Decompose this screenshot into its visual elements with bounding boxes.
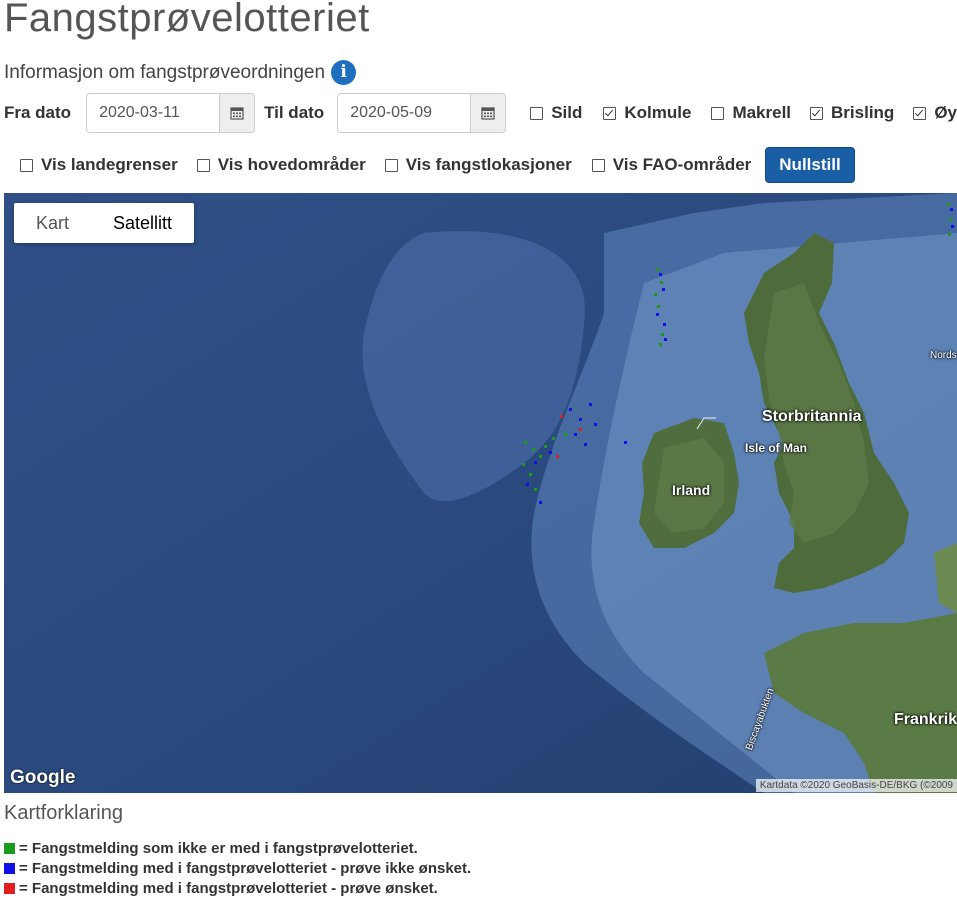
species-checkbox-oyepal[interactable]: Øyepål xyxy=(913,103,957,123)
green-square-icon xyxy=(4,842,15,854)
legend-text: = Fangstmelding som ikke er med i fangst… xyxy=(19,839,418,857)
checkbox-label: Sild xyxy=(551,103,583,122)
info-icon[interactable]: i xyxy=(331,60,357,85)
species-checkbox-makrell[interactable]: Makrell xyxy=(711,103,791,123)
calendar-icon[interactable] xyxy=(470,94,506,132)
checkbox-box[interactable] xyxy=(591,158,605,172)
checkbox-box[interactable] xyxy=(196,158,210,172)
legend-item-blue: = Fangstmelding med i fangstprøvelotteri… xyxy=(4,858,471,878)
checkbox-box[interactable] xyxy=(913,106,927,120)
layer-checkbox-hovedomrader[interactable]: Vis hovedområder xyxy=(196,155,366,175)
from-date-input[interactable] xyxy=(87,94,220,132)
map-label-storbritannia: Storbritannia xyxy=(762,408,862,425)
checkbox-label: Øyepål xyxy=(934,103,957,122)
layer-checkbox-landegrenser[interactable]: Vis landegrenser xyxy=(20,155,178,175)
checkbox-box[interactable] xyxy=(384,158,398,172)
species-checkbox-brisling[interactable]: Brisling xyxy=(810,103,894,123)
map-attribution[interactable]: Kartdata ©2020 GeoBasis-DE/BKG (©2009 xyxy=(755,779,957,792)
checkbox-box[interactable] xyxy=(530,106,544,120)
legend-item-green: = Fangstmelding som ikke er med i fangst… xyxy=(4,838,471,858)
map-type-control: Kart Satellitt xyxy=(14,203,195,243)
map-label-frankrike: Frankrik xyxy=(894,711,957,728)
calendar-icon[interactable] xyxy=(219,94,255,132)
layer-row: Vis landegrenser Vis hovedområder Vis fa… xyxy=(20,146,855,184)
google-logo: Google xyxy=(10,767,76,788)
to-date-picker xyxy=(337,93,507,133)
checkbox-box[interactable] xyxy=(20,158,33,172)
legend-title: Kartforklaring xyxy=(4,802,123,824)
legend-item-red: = Fangstmelding med i fangstprøvelotteri… xyxy=(4,878,471,898)
filter-row: Fra dato Til dato Sild Kolmule Makrell B… xyxy=(4,93,957,133)
checkbox-label: Kolmule xyxy=(624,103,692,122)
to-date-label: Til dato xyxy=(264,103,325,122)
map-label-isle-of-man: Isle of Man xyxy=(745,441,808,455)
legend-text: = Fangstmelding med i fangstprøvelotteri… xyxy=(19,859,472,877)
checkbox-label: Brisling xyxy=(831,103,895,122)
legend: = Fangstmelding som ikke er med i fangst… xyxy=(4,838,471,898)
info-link-text: Informasjon om fangstprøveordningen xyxy=(4,61,326,83)
to-date-input[interactable] xyxy=(338,94,471,132)
map-label-nordsjoen: Nords xyxy=(930,350,957,361)
legend-text: = Fangstmelding med i fangstprøvelotteri… xyxy=(19,879,438,897)
checkbox-label: Makrell xyxy=(732,103,792,122)
checkbox-label: Vis fangstlokasjoner xyxy=(405,155,572,174)
page-title: Fangstprøvelotteriet xyxy=(4,0,370,40)
reset-button[interactable]: Nullstill xyxy=(765,147,855,183)
checkbox-label: Vis FAO-områder xyxy=(612,155,752,174)
checkbox-label: Vis hovedområder xyxy=(217,155,366,174)
checkbox-box[interactable] xyxy=(711,106,725,120)
blue-square-icon xyxy=(4,862,15,874)
checkbox-label: Vis landegrenser xyxy=(41,155,178,174)
layer-checkbox-fao[interactable]: Vis FAO-områder xyxy=(591,155,752,175)
species-checkbox-kolmule[interactable]: Kolmule xyxy=(603,103,691,123)
species-checkbox-sild[interactable]: Sild xyxy=(530,103,582,123)
satellite-map-image xyxy=(4,193,957,793)
from-date-label: Fra dato xyxy=(4,103,72,122)
map-type-satellitt[interactable]: Satellitt xyxy=(91,203,194,243)
checkbox-box[interactable] xyxy=(603,106,617,120)
from-date-picker xyxy=(86,93,256,133)
checkbox-box[interactable] xyxy=(810,106,824,120)
red-square-icon xyxy=(4,882,15,894)
info-link[interactable]: Informasjon om fangstprøveordningen i xyxy=(4,60,357,85)
map-type-kart[interactable]: Kart xyxy=(14,203,91,243)
map-canvas[interactable]: Kart Satellitt Storbritannia Isle of Man… xyxy=(4,193,957,793)
map-label-irland: Irland xyxy=(672,482,711,498)
layer-checkbox-fangstlokasjoner[interactable]: Vis fangstlokasjoner xyxy=(384,155,572,175)
